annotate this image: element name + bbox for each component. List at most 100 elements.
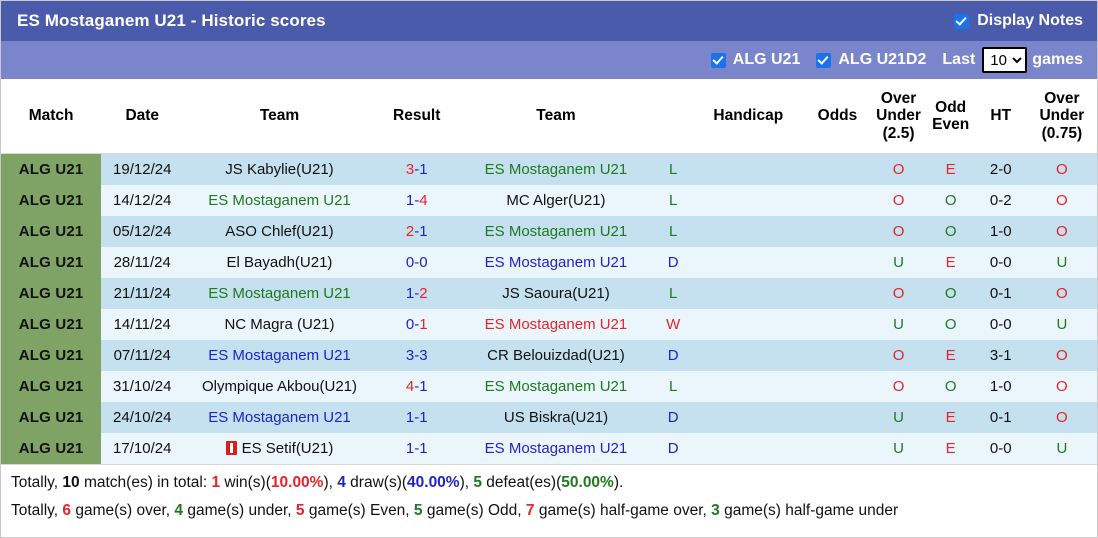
row-home-team[interactable]: ES Mostaganem U21 xyxy=(183,185,376,216)
row-away-team[interactable]: MC Alger(U21) xyxy=(457,185,655,216)
row-halftime-score: 0-1 xyxy=(974,278,1027,309)
row-result[interactable]: 0-1 xyxy=(375,309,458,340)
col-ou075-line1: Over xyxy=(1044,89,1080,107)
row-outcome: D xyxy=(654,247,693,278)
row-over-under-075: U xyxy=(1026,309,1097,340)
summary-even-count: 5 xyxy=(295,502,305,520)
row-home-team[interactable]: El Bayadh(U21) xyxy=(183,247,376,278)
row-odd-even: O xyxy=(926,371,975,402)
table-row[interactable]: ALG U21 28/11/24 El Bayadh(U21) 0-0 ES Mosta… xyxy=(1,247,1097,278)
filter-league-alg-u21d2[interactable]: ALG U21D2 xyxy=(816,51,926,69)
row-league-badge: ALG U21 xyxy=(1,371,102,402)
row-away-team[interactable]: US Biskra(U21) xyxy=(457,402,655,433)
row-outcome: D xyxy=(654,340,693,371)
row-result[interactable]: 1-2 xyxy=(375,278,458,309)
row-result[interactable]: 2-1 xyxy=(375,216,458,247)
row-result[interactable]: 0-0 xyxy=(375,247,458,278)
row-away-team[interactable]: ES Mostaganem U21 xyxy=(457,309,655,340)
row-odds xyxy=(804,309,871,340)
row-away-team[interactable]: JS Saoura(U21) xyxy=(457,278,655,309)
col-oddeven-line2: Even xyxy=(932,116,970,133)
summary-line-results: Totally, 10 match(es) in total: 1 win(s)… xyxy=(11,473,1087,492)
row-home-team[interactable]: JS Kabylie(U21) xyxy=(183,153,376,185)
row-outcome: L xyxy=(654,185,693,216)
row-over-under-25: O xyxy=(870,278,927,309)
row-over-under-25: O xyxy=(870,185,927,216)
table-row[interactable]: ALG U21 14/12/24 ES Mostaganem U21 1-4 MC Al… xyxy=(1,185,1097,216)
table-row[interactable]: ALG U21 05/12/24 ASO Chlef(U21) 2-1 ES Mosta… xyxy=(1,216,1097,247)
table-row[interactable]: ALG U21 21/11/24 ES Mostaganem U21 1-2 JS Sa… xyxy=(1,278,1097,309)
row-home-team[interactable]: ES Mostaganem U21 xyxy=(183,340,376,371)
row-home-team[interactable]: Olympique Akbou(U21) xyxy=(183,371,376,402)
col-team-home: Team xyxy=(183,79,376,154)
table-row[interactable]: ALG U21 14/11/24 NC Magra (U21) 0-1 ES Mosta… xyxy=(1,309,1097,340)
row-result[interactable]: 1-1 xyxy=(375,433,458,464)
alg-u21d2-checkbox[interactable] xyxy=(816,52,832,68)
row-odds xyxy=(804,433,871,464)
row-home-team[interactable]: NC Magra (U21) xyxy=(183,309,376,340)
col-oddeven-line1: Odd xyxy=(935,98,967,116)
panel-titlebar: ES Mostaganem U21 - Historic scores Disp… xyxy=(1,1,1097,41)
col-odds: Odds xyxy=(804,79,871,154)
row-odd-even: O xyxy=(926,309,975,340)
table-row[interactable]: ALG U21 17/10/24 ES Setif(U21) 1-1 ES Mostag… xyxy=(1,433,1097,464)
row-away-team[interactable]: CR Belouizdad(U21) xyxy=(457,340,655,371)
page-title: ES Mostaganem U21 - Historic scores xyxy=(17,11,326,30)
table-row[interactable]: ALG U21 07/11/24 ES Mostaganem U21 3-3 CR Be… xyxy=(1,340,1097,371)
row-away-team[interactable]: ES Mostaganem U21 xyxy=(457,433,655,464)
alg-u21d2-label: ALG U21D2 xyxy=(838,51,927,68)
row-halftime-score: 0-2 xyxy=(974,185,1027,216)
row-handicap xyxy=(692,216,805,247)
historic-scores-table: Match Date Team Result Team Handicap Odd… xyxy=(1,79,1097,464)
alg-u21-label: ALG U21 xyxy=(732,51,801,68)
row-halftime-score: 3-1 xyxy=(974,340,1027,371)
row-result[interactable]: 1-4 xyxy=(375,185,458,216)
summary-draws: 4 xyxy=(337,474,346,491)
row-date: 14/12/24 xyxy=(101,185,184,216)
summary-l1-t2: match(es) in total: xyxy=(79,474,212,491)
row-home-team[interactable]: ASO Chlef(U21) xyxy=(183,216,376,247)
row-away-team[interactable]: ES Mostaganem U21 xyxy=(457,247,655,278)
row-home-team[interactable]: ES Mostaganem U21 xyxy=(183,278,376,309)
table-body: ALG U21 19/12/24 JS Kabylie(U21) 3-1 ES Most… xyxy=(1,153,1097,464)
row-date: 24/10/24 xyxy=(101,402,184,433)
row-away-team[interactable]: ES Mostaganem U21 xyxy=(457,153,655,185)
summary-l1-t4: ), xyxy=(323,474,338,491)
row-home-team[interactable]: ES Mostaganem U21 xyxy=(183,402,376,433)
alg-u21-checkbox[interactable] xyxy=(710,52,726,68)
row-home-team[interactable]: ES Setif(U21) xyxy=(183,433,376,464)
table-row[interactable]: ALG U21 24/10/24 ES Mostaganem U21 1-1 US Bi… xyxy=(1,402,1097,433)
row-away-team[interactable]: ES Mostaganem U21 xyxy=(457,216,655,247)
col-match: Match xyxy=(1,79,102,154)
row-league-badge: ALG U21 xyxy=(1,340,102,371)
row-over-under-075: O xyxy=(1026,371,1097,402)
table-row[interactable]: ALG U21 19/12/24 JS Kabylie(U21) 3-1 ES Most… xyxy=(1,153,1097,185)
row-result[interactable]: 3-1 xyxy=(375,153,458,185)
row-odd-even: E xyxy=(926,433,975,464)
row-result[interactable]: 4-1 xyxy=(375,371,458,402)
games-count-select[interactable]: 510152030 xyxy=(982,47,1028,73)
filter-league-alg-u21[interactable]: ALG U21 xyxy=(710,51,801,69)
display-notes-checkbox[interactable] xyxy=(954,13,970,29)
summary-l2-t4: game(s) Even, xyxy=(304,502,414,520)
row-handicap xyxy=(692,247,805,278)
row-handicap xyxy=(692,433,805,464)
row-outcome: L xyxy=(654,278,693,309)
display-notes-group[interactable]: Display Notes xyxy=(954,12,1083,30)
row-odd-even: E xyxy=(926,402,975,433)
historic-scores-panel: ES Mostaganem U21 - Historic scores Disp… xyxy=(0,0,1098,538)
row-date: 19/12/24 xyxy=(101,153,184,185)
summary-odd-count: 5 xyxy=(413,502,423,520)
row-odds xyxy=(804,153,871,185)
last-label: Last xyxy=(942,51,976,68)
row-handicap xyxy=(692,153,805,185)
col-over-under-25: Over Under (2.5) xyxy=(870,79,927,154)
row-result[interactable]: 3-3 xyxy=(375,340,458,371)
summary-l1-t1: Totally, xyxy=(11,474,63,491)
row-result[interactable]: 1-1 xyxy=(375,402,458,433)
row-away-team[interactable]: ES Mostaganem U21 xyxy=(457,371,655,402)
row-date: 17/10/24 xyxy=(101,433,184,464)
row-odd-even: O xyxy=(926,185,975,216)
summary-wins: 1 xyxy=(211,474,221,491)
table-row[interactable]: ALG U21 31/10/24 Olympique Akbou(U21) 4-1 ES… xyxy=(1,371,1097,402)
